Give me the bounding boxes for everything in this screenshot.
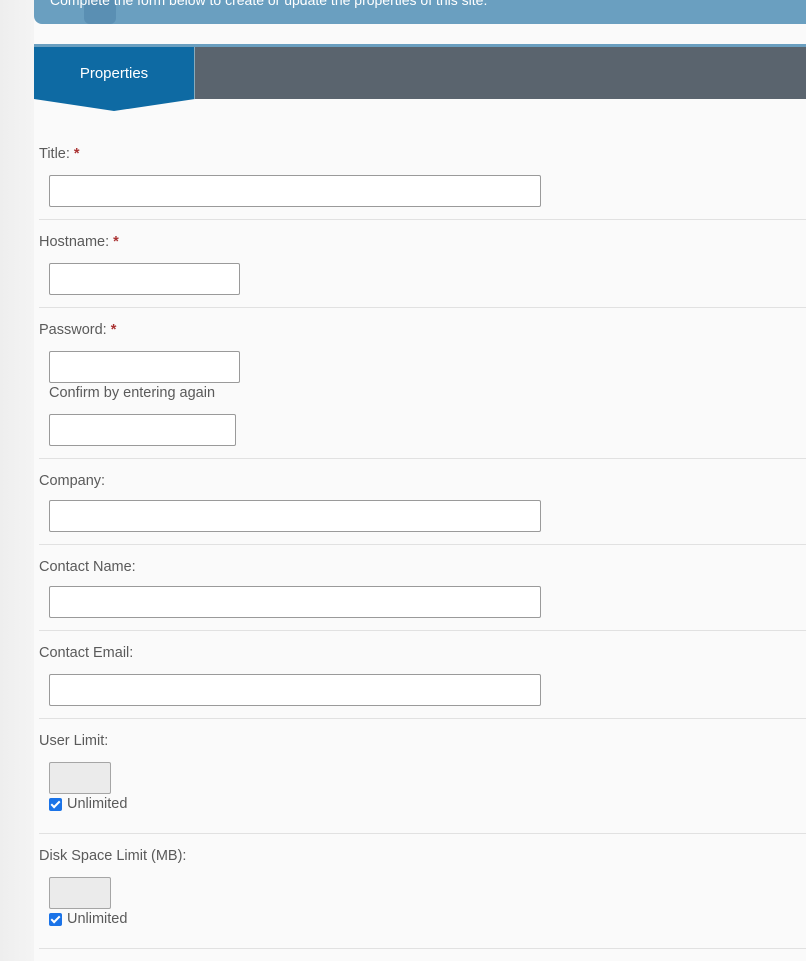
instructions-banner: Complete the form below to create or upd… (34, 0, 806, 24)
user-limit-unlimited-label: Unlimited (67, 796, 128, 812)
title-label-text: Title: (39, 146, 70, 162)
divider (39, 307, 806, 308)
disk-space-unlimited-label: Unlimited (67, 911, 128, 927)
disk-space-limit-label: Disk Space Limit (MB): (39, 848, 187, 864)
user-limit-unlimited-checkbox[interactable] (49, 797, 62, 811)
user-limit-label: User Limit: (39, 733, 109, 749)
contact-name-input[interactable] (49, 586, 541, 618)
user-limit-unlimited-option[interactable]: Unlimited (49, 796, 127, 812)
contact-email-label: Contact Email: (39, 645, 134, 661)
title-input[interactable] (49, 175, 541, 207)
required-marker: * (113, 234, 119, 250)
disk-space-limit-input[interactable] (49, 877, 111, 909)
banner-text: Complete the form below to create or upd… (50, 0, 488, 8)
hostname-label: Hostname: * (39, 234, 119, 250)
password-label-text: Password: (39, 322, 107, 338)
disk-space-unlimited-checkbox[interactable] (49, 912, 62, 926)
divider (39, 219, 806, 220)
user-limit-input[interactable] (49, 762, 111, 794)
password-label: Password: * (39, 322, 116, 338)
company-input[interactable] (49, 500, 541, 532)
hostname-label-text: Hostname: (39, 234, 110, 250)
divider (39, 718, 806, 719)
divider (39, 948, 806, 949)
left-gutter (0, 0, 34, 961)
divider (39, 544, 806, 545)
site-properties-panel: Complete the form below to create or upd… (34, 0, 806, 961)
password-confirm-input[interactable] (49, 414, 236, 446)
divider (39, 833, 806, 834)
tab-properties[interactable]: Properties (34, 47, 195, 99)
disk-space-unlimited-option[interactable]: Unlimited (49, 911, 127, 927)
divider (39, 458, 806, 459)
contact-email-input[interactable] (49, 674, 541, 706)
required-marker: * (110, 322, 117, 338)
company-label: Company: (39, 473, 106, 489)
required-marker: * (73, 146, 80, 162)
password-confirm-hint: Confirm by entering again (49, 385, 216, 401)
title-label: Title: * (39, 146, 80, 162)
divider (39, 630, 806, 631)
password-input[interactable] (49, 351, 240, 383)
active-tab-pointer (34, 99, 195, 111)
hostname-input[interactable] (49, 263, 240, 295)
contact-name-label: Contact Name: (39, 559, 136, 575)
